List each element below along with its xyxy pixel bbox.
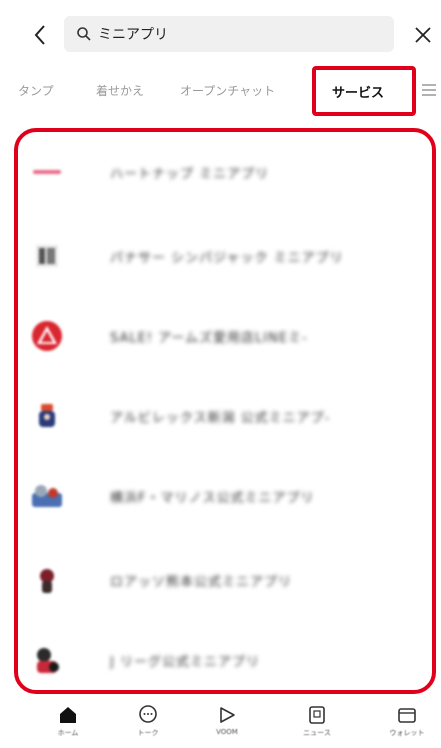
news-icon: [309, 706, 325, 724]
list-item[interactable]: パナサー シンパジャック ミニアプリ: [30, 232, 420, 280]
nav-label: ウォレット: [389, 729, 425, 737]
menu-icon[interactable]: [420, 82, 438, 98]
mascot-icon: [37, 648, 59, 673]
list-item-label: SALE! アームズ愛用店LINEミ-: [110, 330, 308, 346]
nav-chats[interactable]: トーク: [118, 704, 178, 746]
nav-home[interactable]: ホーム: [38, 704, 98, 746]
list-item-label: ロアッソ熊本公式ミニアプリ: [110, 574, 293, 590]
list-item[interactable]: アルビレックス新潟 公式ミニアプ-: [30, 392, 420, 440]
nav-label: ニュース: [303, 729, 331, 737]
building-logo-icon: [36, 245, 58, 267]
back-button[interactable]: [26, 20, 54, 50]
wallet-icon: [398, 708, 416, 723]
search-input[interactable]: [98, 26, 358, 42]
chat-icon: [139, 705, 157, 723]
tab-themes[interactable]: 着せかえ: [96, 82, 144, 99]
nav-label: VOOM: [216, 728, 238, 736]
header: [0, 0, 441, 70]
search-icon: [77, 27, 91, 41]
list-item-label: 横浜F・マリノス公式ミニアプリ: [110, 490, 315, 506]
voom-icon: [220, 707, 235, 723]
close-icon: [415, 27, 431, 43]
list-item-label: アルビレックス新潟 公式ミニアプ-: [110, 410, 331, 426]
search-box[interactable]: [64, 16, 394, 52]
list-item-label: J リーグ公式ミニアプリ: [110, 654, 260, 670]
nav-news[interactable]: ニュース: [287, 704, 347, 746]
close-button[interactable]: [410, 20, 436, 50]
nav-label: トーク: [137, 729, 159, 737]
mascot-icon: [40, 569, 54, 593]
red-triangle-logo-icon: [32, 321, 62, 351]
mascot-icon: [39, 404, 55, 427]
list-item-label: パナサー シンパジャック ミニアプリ: [110, 250, 344, 266]
list-item[interactable]: ハートナップ ミニアプリ: [30, 148, 420, 196]
home-icon: [60, 707, 76, 723]
nav-wallet[interactable]: ウォレット: [377, 704, 437, 746]
list-item[interactable]: ロアッソ熊本公式ミニアプリ: [30, 556, 420, 604]
pink-logo-icon: [33, 170, 61, 174]
bottom-nav: ホーム トーク VOOM ニュース ウォレット: [0, 700, 441, 748]
nav-label: ホーム: [57, 729, 79, 737]
list-item[interactable]: J リーグ公式ミニアプリ: [30, 636, 420, 684]
list-item[interactable]: 横浜F・マリノス公式ミニアプリ: [30, 472, 420, 520]
chevron-left-icon: [34, 25, 45, 45]
list-item[interactable]: SALE! アームズ愛用店LINEミ-: [30, 312, 420, 360]
tab-stamps[interactable]: タンプ: [18, 82, 54, 99]
list-item-label: ハートナップ ミニアプリ: [110, 166, 270, 182]
tab-highlight-box: [312, 66, 416, 116]
nav-voom[interactable]: VOOM: [197, 704, 257, 746]
tab-openchat[interactable]: オープンチャット: [180, 82, 275, 99]
team-logo-icon: [32, 485, 62, 507]
